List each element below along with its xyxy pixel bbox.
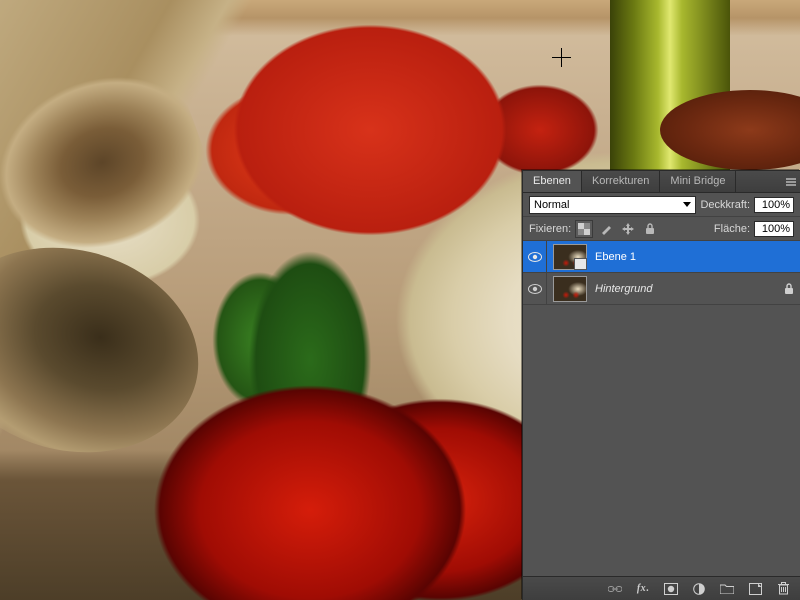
blend-opacity-row: Normal Deckkraft: 100% (523, 193, 800, 217)
layer-row[interactable]: Hintergrund (523, 273, 800, 305)
fx-icon[interactable]: fx. (634, 580, 652, 598)
tab-korrekturen[interactable]: Korrekturen (582, 171, 660, 192)
layer-name[interactable]: Ebene 1 (593, 251, 800, 263)
layer-thumbnail[interactable] (553, 276, 587, 302)
lock-transparency-icon[interactable] (575, 220, 593, 238)
fill-label: Fläche: (714, 223, 750, 235)
layer-name[interactable]: Hintergrund (593, 283, 778, 295)
group-icon[interactable] (718, 580, 736, 598)
eye-icon (528, 284, 542, 294)
mask-icon[interactable] (662, 580, 680, 598)
adjustment-icon[interactable] (690, 580, 708, 598)
eye-icon (528, 252, 542, 262)
opacity-label: Deckkraft: (700, 199, 750, 211)
layer-row[interactable]: Ebene 1 (523, 241, 800, 273)
panel-footer: fx. (523, 576, 800, 600)
panel-tabbar: Ebenen Korrekturen Mini Bridge (523, 171, 800, 193)
layers-panel: Ebenen Korrekturen Mini Bridge Normal De… (522, 170, 800, 600)
lock-all-icon[interactable] (641, 220, 659, 238)
lock-position-icon[interactable] (619, 220, 637, 238)
photo-wooden-bowl (0, 220, 221, 480)
link-icon[interactable] (606, 580, 624, 598)
layer-list: Ebene 1 Hintergrund (523, 241, 800, 305)
opacity-input[interactable]: 100% (754, 197, 794, 213)
lock-pixels-icon[interactable] (597, 220, 615, 238)
trash-icon[interactable] (774, 580, 792, 598)
crosshair-cursor-icon (552, 48, 571, 67)
lock-fill-row: Fixieren: Fläche: 100% (523, 217, 800, 241)
layer-thumbnail[interactable] (553, 244, 587, 270)
fill-input[interactable]: 100% (754, 221, 794, 237)
visibility-toggle[interactable] (523, 273, 547, 304)
chevron-down-icon (683, 202, 691, 207)
new-layer-icon[interactable] (746, 580, 764, 598)
blend-mode-value: Normal (534, 199, 569, 211)
visibility-toggle[interactable] (523, 241, 547, 272)
lock-icon (778, 283, 800, 295)
tab-mini-bridge[interactable]: Mini Bridge (660, 171, 736, 192)
blend-mode-select[interactable]: Normal (529, 196, 696, 214)
tab-ebenen[interactable]: Ebenen (523, 171, 582, 192)
lock-label: Fixieren: (529, 223, 571, 235)
panel-menu-icon[interactable] (782, 171, 800, 192)
